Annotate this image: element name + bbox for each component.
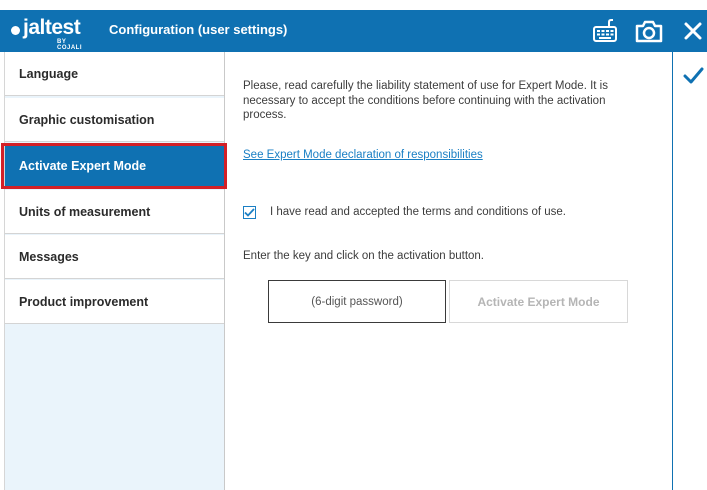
password-input[interactable] — [268, 280, 446, 323]
sidebar-item-product-improvement[interactable]: Product improvement — [5, 280, 224, 324]
terms-label: I have read and accepted the terms and c… — [270, 206, 566, 218]
window-title: Configuration (user settings) — [109, 22, 288, 37]
terms-checkbox[interactable] — [243, 205, 256, 219]
activate-expert-mode-button[interactable]: Activate Expert Mode — [449, 280, 628, 323]
settings-sidebar: Language Graphic customisation Activate … — [5, 52, 225, 490]
selection-highlight-box — [1, 143, 227, 189]
close-icon[interactable] — [679, 17, 707, 45]
logo-text: jaltest — [23, 16, 81, 39]
checkmark-icon[interactable] — [682, 66, 704, 86]
sidebar-item-units-of-measurement[interactable]: Units of measurement — [5, 190, 224, 234]
camera-icon[interactable] — [635, 17, 663, 45]
app-header: jaltest BY COJALI Configuration (user se… — [0, 10, 707, 52]
sidebar-item-graphic-customisation[interactable]: Graphic customisation — [5, 98, 224, 142]
sidebar-item-language[interactable]: Language — [5, 52, 224, 96]
liability-statement: Please, read carefully the liability sta… — [243, 80, 608, 121]
logo-subtext: BY COJALI — [57, 39, 83, 51]
jaltest-logo: jaltest BY COJALI — [11, 16, 91, 51]
activation-instruction: Enter the key and click on the activatio… — [243, 250, 485, 262]
logo-dot — [11, 26, 20, 35]
sidebar-item-messages[interactable]: Messages — [5, 235, 224, 279]
frame-right-border — [672, 52, 673, 490]
declaration-link[interactable]: See Expert Mode declaration of responsib… — [243, 149, 483, 161]
terms-row: I have read and accepted the terms and c… — [243, 204, 566, 220]
keyboard-icon[interactable] — [591, 17, 619, 45]
